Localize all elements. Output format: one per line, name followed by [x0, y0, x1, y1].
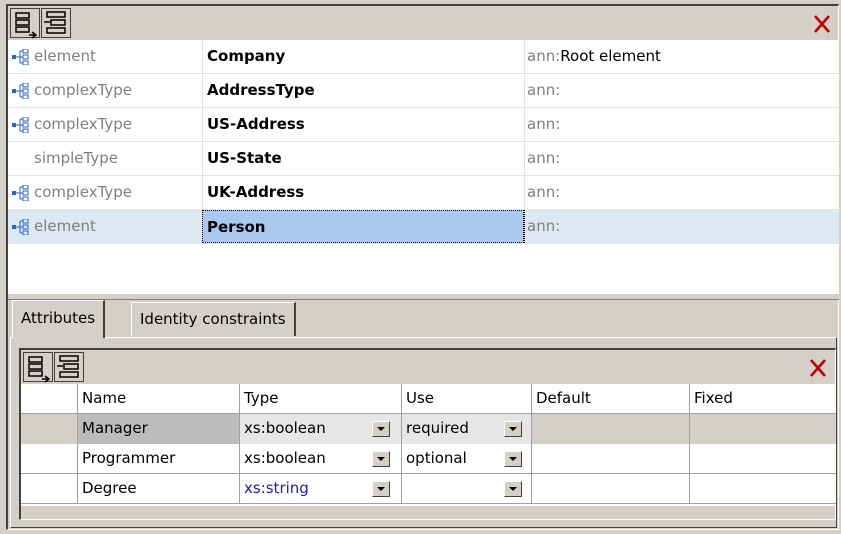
component-row[interactable]: complexType AddressType ann: [8, 74, 839, 108]
component-name[interactable]: US-State [202, 142, 524, 175]
tab-identity-constraints[interactable]: Identity constraints [131, 302, 296, 336]
tab-attributes-label: Attributes [21, 309, 96, 327]
attributes-grid: Name Type Use Default Fixed Manager xs:bo… [19, 348, 836, 520]
structure-icon [12, 185, 29, 201]
attribute-type-select[interactable]: xs:boolean [239, 414, 401, 444]
attributes-toolbar [21, 350, 835, 384]
attribute-use-value: required [406, 419, 469, 437]
attribute-type-select[interactable]: xs:boolean [239, 444, 401, 474]
chevron-down-icon[interactable] [504, 481, 522, 497]
attribute-row[interactable]: Degree xs:string [21, 474, 836, 504]
header-type[interactable]: Type [239, 384, 401, 414]
attributes-table: Name Type Use Default Fixed Manager xs:bo… [21, 384, 836, 506]
attribute-use-select[interactable]: optional [401, 444, 531, 474]
delete-icon [810, 359, 826, 377]
chevron-down-icon[interactable] [504, 421, 522, 437]
component-name[interactable]: AddressType [202, 74, 524, 107]
insert-icon [57, 355, 79, 378]
header-name[interactable]: Name [77, 384, 239, 414]
annotation-prefix: ann: [527, 217, 561, 235]
attribute-type-select[interactable]: xs:string [239, 474, 401, 504]
attribute-row[interactable]: Programmer xs:boolean optional [21, 444, 836, 474]
tab-identity-constraints-label: Identity constraints [140, 310, 286, 328]
attribute-type-value: xs:string [244, 479, 309, 497]
component-annotation[interactable]: ann:Root element [524, 40, 839, 73]
components-list: element Company ann:Root element complexTyp… [8, 40, 839, 294]
attribute-name[interactable]: Programmer [77, 444, 239, 474]
delete-button[interactable] [808, 8, 836, 38]
structure-icon [12, 83, 29, 99]
row-selector[interactable] [21, 414, 77, 444]
attributes-header-row: Name Type Use Default Fixed [21, 384, 836, 414]
annotation-prefix: ann: [527, 149, 561, 167]
header-fixed[interactable]: Fixed [689, 384, 836, 414]
attr-delete-button[interactable] [804, 352, 832, 382]
attribute-type-value: xs:boolean [244, 419, 326, 437]
delete-icon [814, 15, 830, 33]
attribute-use-select[interactable]: required [401, 414, 531, 444]
component-annotation[interactable]: ann: [524, 108, 839, 141]
attribute-name[interactable]: Degree [77, 474, 239, 504]
header-use[interactable]: Use [401, 384, 531, 414]
attribute-use-value: optional [406, 449, 467, 467]
attribute-default[interactable] [531, 444, 689, 474]
component-name[interactable]: Company [202, 40, 524, 73]
row-selector[interactable] [21, 474, 77, 504]
schema-overview-window: element Company ann:Root element complexTyp… [6, 4, 839, 530]
components-toolbar [8, 6, 838, 40]
append-icon [15, 12, 38, 39]
component-annotation[interactable]: ann: [524, 176, 839, 209]
attribute-name[interactable]: Manager [77, 414, 239, 444]
component-row[interactable]: element Company ann:Root element [8, 40, 839, 74]
append-button[interactable] [10, 8, 40, 39]
component-row[interactable]: complexType UK-Address ann: [8, 176, 839, 210]
attribute-default[interactable] [531, 414, 689, 444]
annotation-prefix: ann: [527, 81, 561, 99]
component-row[interactable]: element Person ann: [8, 210, 839, 244]
component-row[interactable]: complexType US-Address ann: [8, 108, 839, 142]
attribute-fixed[interactable] [689, 414, 836, 444]
component-annotation[interactable]: ann: [524, 210, 839, 243]
attr-append-button[interactable] [23, 352, 53, 383]
component-kind: simpleType [34, 149, 118, 167]
component-kind: complexType [34, 115, 133, 133]
attributes-panel: Name Type Use Default Fixed Manager xs:bo… [10, 337, 837, 528]
header-default[interactable]: Default [531, 384, 689, 414]
component-kind: complexType [34, 183, 133, 201]
chevron-down-icon[interactable] [372, 451, 390, 467]
annotation-value: Root element [560, 47, 661, 65]
chevron-down-icon[interactable] [372, 481, 390, 497]
structure-icon [12, 49, 29, 65]
chevron-down-icon[interactable] [504, 451, 522, 467]
attribute-default[interactable] [531, 474, 689, 504]
annotation-prefix: ann: [527, 115, 561, 133]
row-selector[interactable] [21, 444, 77, 474]
attribute-fixed[interactable] [689, 444, 836, 474]
annotation-prefix: ann: [527, 47, 561, 65]
component-kind: element [34, 217, 96, 235]
component-kind: element [34, 47, 96, 65]
structure-icon [12, 117, 29, 133]
component-name[interactable]: Person [202, 210, 524, 243]
attribute-fixed[interactable] [689, 474, 836, 504]
structure-icon [12, 219, 29, 235]
attr-insert-button[interactable] [54, 352, 84, 382]
annotation-prefix: ann: [527, 183, 561, 201]
component-row[interactable]: simpleType US-State ann: [8, 142, 839, 176]
append-icon [28, 356, 51, 383]
component-name[interactable]: US-Address [202, 108, 524, 141]
pane-splitter[interactable] [8, 294, 839, 300]
header-cell [21, 384, 77, 414]
component-name[interactable]: UK-Address [202, 176, 524, 209]
component-annotation[interactable]: ann: [524, 142, 839, 175]
component-annotation[interactable]: ann: [524, 74, 839, 107]
attribute-type-value: xs:boolean [244, 449, 326, 467]
insert-button[interactable] [41, 8, 71, 38]
component-kind: complexType [34, 81, 133, 99]
tab-attributes[interactable]: Attributes [12, 300, 106, 338]
insert-icon [44, 11, 66, 34]
attribute-row[interactable]: Manager xs:boolean required [21, 414, 836, 444]
chevron-down-icon[interactable] [372, 421, 390, 437]
attribute-use-select[interactable] [401, 474, 531, 504]
